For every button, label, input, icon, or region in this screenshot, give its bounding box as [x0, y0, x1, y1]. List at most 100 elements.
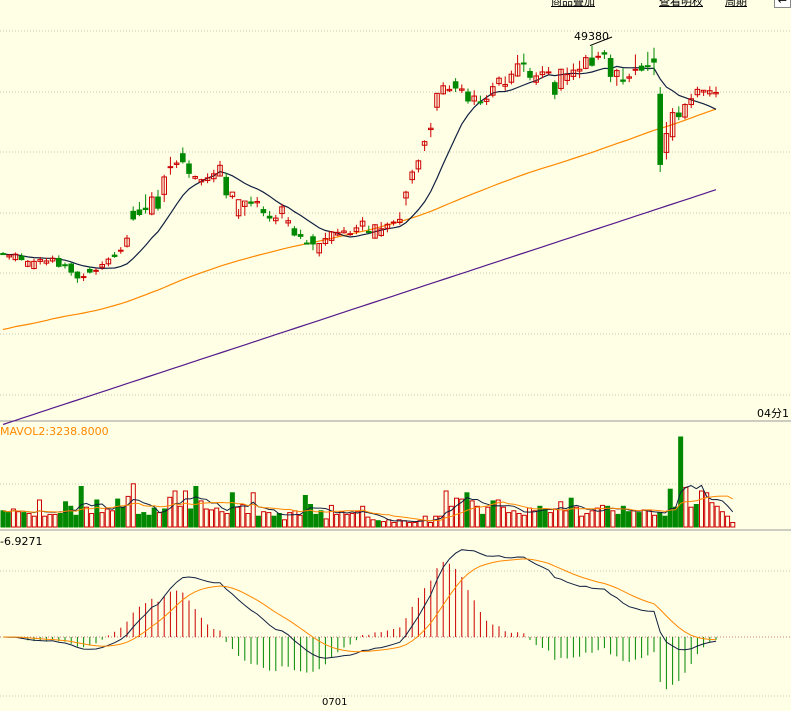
candle-body — [68, 263, 75, 273]
volume-bar — [120, 506, 126, 528]
volume-bar — [0, 510, 6, 528]
candle-body — [552, 82, 558, 95]
volume-bar — [83, 506, 89, 528]
dif-line — [2, 549, 717, 659]
candle-body — [632, 68, 639, 71]
candle-body — [347, 233, 353, 236]
volume-bar — [375, 520, 381, 528]
candle-body — [111, 254, 118, 257]
candle-body — [366, 230, 372, 233]
volume-bar — [172, 490, 178, 528]
rights-link[interactable]: 查看明权 — [659, 0, 703, 9]
candle-body — [93, 269, 99, 272]
candle-body — [56, 257, 62, 267]
volume-bar — [16, 511, 22, 528]
volume-bar — [292, 510, 298, 528]
volume-indicator-label: MAVOL2:3238.8000 — [0, 425, 109, 438]
volume-bar — [537, 505, 543, 528]
candle-body — [657, 93, 664, 165]
volume-bar — [381, 521, 387, 528]
volume-bar — [610, 510, 616, 528]
volume-bar — [136, 513, 142, 528]
volume-bar — [261, 511, 267, 528]
candle-body — [180, 153, 186, 163]
volume-bar — [271, 515, 277, 528]
volume-bar — [636, 512, 642, 528]
dea-line — [3, 558, 717, 653]
volume-bar — [365, 516, 371, 528]
volume-bar — [21, 512, 27, 528]
volume-bar — [407, 522, 413, 528]
ma30-line — [2, 108, 717, 331]
candle-body — [521, 62, 527, 65]
candle-body — [167, 166, 174, 169]
volume-bar — [203, 508, 209, 528]
volume-bar — [10, 508, 16, 528]
candle-body — [545, 71, 552, 74]
candle-body — [291, 228, 298, 236]
volume-bar — [26, 513, 32, 528]
high-price-annotation: 49380 — [574, 30, 609, 43]
volume-bar — [276, 513, 282, 528]
volume-bar — [224, 513, 230, 528]
volume-bar — [573, 506, 579, 528]
volume-bar — [193, 486, 199, 528]
volume-bar — [615, 513, 621, 528]
volume-bar — [182, 490, 188, 528]
ma10-line — [2, 65, 717, 270]
volume-bar — [563, 510, 569, 528]
volume-bar — [198, 500, 204, 528]
volume-bar — [725, 515, 731, 528]
volume-bar — [297, 514, 303, 528]
time-label: 04分1 — [757, 407, 789, 420]
volume-bar — [532, 510, 538, 528]
candle-body — [142, 207, 149, 211]
volume-bar — [646, 510, 652, 528]
period-link[interactable]: 周期 — [725, 0, 747, 9]
volume-bar — [344, 513, 350, 528]
x-tick-label: 0701 — [322, 697, 348, 708]
volume-bar — [42, 515, 48, 528]
volume-bar — [266, 512, 272, 528]
candle-body — [390, 221, 397, 224]
overlay-link[interactable]: 商品叠加 — [551, 0, 595, 9]
volume-bar — [730, 522, 736, 528]
volume-bar — [99, 512, 105, 528]
candle-body — [651, 58, 657, 63]
volume-bar — [47, 513, 53, 528]
candle-body — [595, 55, 602, 58]
stock-chart[interactable] — [0, 0, 791, 711]
volume-bar — [209, 509, 215, 528]
volume-bar — [235, 506, 241, 528]
candle-body — [18, 255, 25, 261]
volume-bar — [188, 508, 194, 528]
volume-bar — [506, 512, 512, 528]
volume-bar — [631, 510, 637, 528]
volume-bar — [568, 497, 574, 528]
volume-bar — [240, 504, 246, 528]
volume-bar — [480, 513, 486, 528]
volume-bar — [667, 488, 673, 528]
volume-bar — [521, 514, 527, 528]
volume-bar — [334, 513, 340, 528]
volume-bar — [589, 510, 595, 528]
volume-bar — [500, 506, 506, 528]
volume-bar — [641, 509, 647, 528]
volume-bar — [391, 522, 397, 528]
back-button[interactable]: ← — [773, 0, 791, 8]
volume-bar — [427, 522, 433, 528]
volume-bar — [73, 514, 79, 528]
candle-body — [0, 253, 6, 256]
volume-bar — [318, 510, 324, 528]
volume-bar — [401, 520, 407, 528]
candle-body — [118, 249, 124, 252]
volume-bar — [433, 515, 439, 528]
volume-bar — [52, 513, 58, 528]
volume-bar — [151, 507, 157, 528]
candle-body — [465, 91, 471, 102]
volume-bar — [57, 513, 63, 528]
volume-bar — [558, 501, 564, 528]
volume-bar — [250, 492, 256, 528]
candle-body — [477, 101, 484, 104]
volume-bar — [412, 522, 418, 528]
